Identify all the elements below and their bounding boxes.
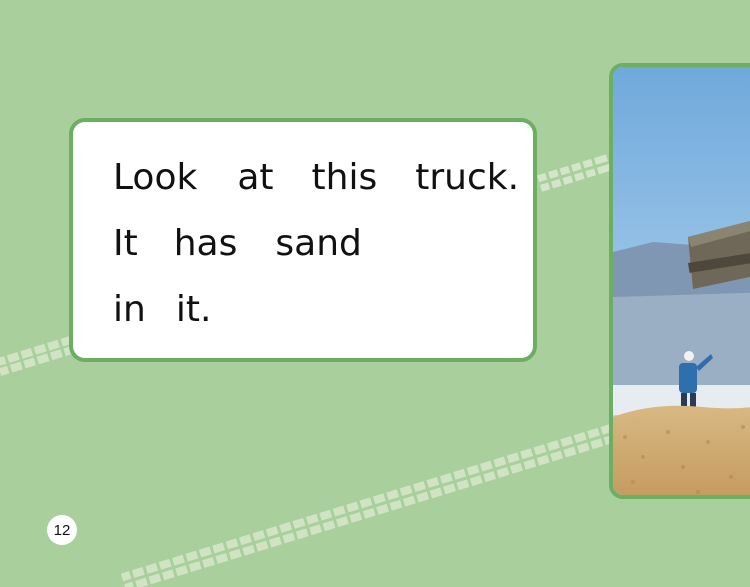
story-word: truck. — [415, 157, 520, 198]
story-word: it. — [175, 289, 212, 330]
truck-photo-illustration — [613, 67, 750, 495]
book-page: Look at this truck. It has sand in it. 1… — [0, 0, 750, 587]
truck-photo — [609, 63, 750, 499]
story-word: Look — [113, 157, 198, 198]
story-word: at — [237, 157, 274, 198]
story-word: this — [311, 157, 378, 198]
story-line-3: in it. — [113, 292, 211, 328]
page-number: 12 — [47, 515, 77, 545]
story-word: sand — [275, 223, 362, 264]
story-word: in — [113, 289, 146, 330]
tire-track-upper-left — [0, 335, 78, 376]
story-line-2: It has sand — [113, 226, 362, 262]
story-word: It — [113, 223, 138, 264]
story-word: has — [173, 223, 238, 264]
story-text-card: Look at this truck. It has sand in it. — [69, 118, 537, 362]
sand-pile — [613, 405, 750, 495]
story-line-1: Look at this truck. — [113, 160, 519, 196]
